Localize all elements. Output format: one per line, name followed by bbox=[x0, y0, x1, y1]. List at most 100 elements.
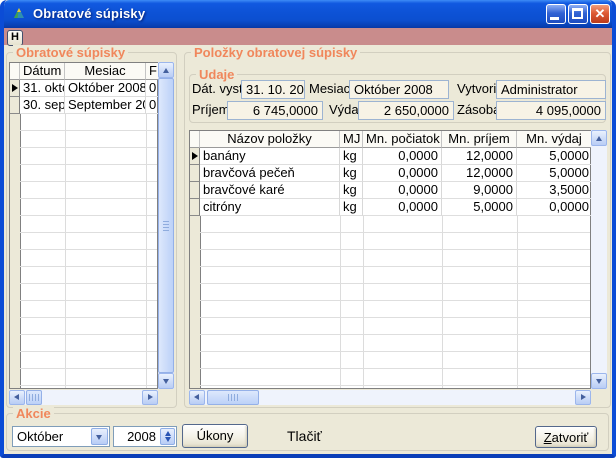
month-select-dropdown-button[interactable] bbox=[91, 428, 108, 445]
scroll-left-button[interactable] bbox=[9, 390, 25, 405]
cell-nazov[interactable]: bravčové karé bbox=[200, 182, 340, 199]
mesiac-label: Mesiac bbox=[309, 80, 350, 98]
cell-mj[interactable]: kg bbox=[340, 182, 363, 199]
current-row-arrow-icon bbox=[12, 84, 18, 92]
zasoba-field[interactable]: 4 095,0000 bbox=[496, 101, 606, 120]
cell-mj[interactable]: kg bbox=[340, 165, 363, 182]
cell-mn-vydaj[interactable]: 5,0000 bbox=[517, 148, 592, 165]
cell-nazov[interactable]: banány bbox=[200, 148, 340, 165]
items-table-vertical-scrollbar[interactable] bbox=[591, 130, 607, 389]
cell-mn-vydaj[interactable]: 3,5000 bbox=[517, 182, 592, 199]
left-groupbox-title: Obratové súpisky bbox=[13, 45, 128, 60]
table-row[interactable]: bravčová pečeň kg 0,0000 12,0000 5,0000 bbox=[190, 165, 590, 182]
row-selector-cell bbox=[190, 199, 200, 216]
scroll-right-button[interactable] bbox=[142, 390, 158, 405]
prijem-field[interactable]: 6 745,0000 bbox=[227, 101, 323, 120]
year-stepper-value: 2008 bbox=[127, 429, 156, 444]
toolbar-strip bbox=[4, 28, 612, 45]
cell-mn-pociatok[interactable]: 0,0000 bbox=[363, 148, 442, 165]
cell-datum[interactable]: 30. septe bbox=[20, 97, 65, 114]
cell-mesiac[interactable]: September 2008 bbox=[65, 97, 146, 114]
cell-mn-pociatok[interactable]: 0,0000 bbox=[363, 182, 442, 199]
month-select-value: Október bbox=[17, 429, 63, 444]
cell-mn-vydaj[interactable]: 5,0000 bbox=[517, 165, 592, 182]
year-stepper-buttons[interactable] bbox=[160, 428, 175, 445]
vertical-scroll-thumb[interactable] bbox=[158, 78, 174, 373]
col-header-mn-prijem[interactable]: Mn. príjem bbox=[442, 131, 517, 148]
col-header-mn-pociatok[interactable]: Mn. počiatok bbox=[363, 131, 442, 148]
arrow-left-icon bbox=[194, 394, 199, 400]
month-select[interactable]: Október bbox=[12, 426, 110, 447]
arrow-left-icon bbox=[14, 394, 19, 400]
scroll-left-button[interactable] bbox=[189, 390, 205, 405]
table-header-row: Názov položky MJ Mn. počiatok Mn. príjem… bbox=[190, 131, 590, 148]
zatvorit-button-label: Zatvoriť bbox=[536, 427, 596, 448]
table-row[interactable]: 31. októb Október 2008 0 bbox=[10, 80, 157, 97]
year-stepper[interactable]: 2008 bbox=[113, 426, 177, 447]
zatvorit-button[interactable]: Zatvoriť bbox=[535, 426, 597, 448]
akcie-groupbox-title: Akcie bbox=[13, 406, 54, 421]
left-table-horizontal-scrollbar[interactable] bbox=[9, 390, 158, 405]
col-header-mj[interactable]: MJ bbox=[340, 131, 363, 148]
cell-mn-pociatok[interactable]: 0,0000 bbox=[363, 199, 442, 216]
col-header-nazov[interactable]: Názov položky bbox=[200, 131, 340, 148]
turnover-lists-table[interactable]: Dátum Mesiac F 31. októb Október 2008 0 … bbox=[9, 62, 158, 389]
cell-nazov[interactable]: bravčová pečeň bbox=[200, 165, 340, 182]
dat-vyst-field[interactable]: 31. 10. 2008 bbox=[241, 80, 305, 99]
cell-mj[interactable]: kg bbox=[340, 199, 363, 216]
empty-grid-area bbox=[10, 114, 157, 388]
table-row[interactable]: citróny kg 0,0000 5,0000 0,0000 bbox=[190, 199, 590, 216]
h-toolbar-button[interactable]: H bbox=[7, 30, 23, 46]
scroll-up-button[interactable] bbox=[591, 130, 607, 146]
minimize-button[interactable] bbox=[546, 4, 566, 24]
scroll-right-button[interactable] bbox=[575, 390, 591, 405]
items-table[interactable]: Názov položky MJ Mn. počiatok Mn. príjem… bbox=[189, 130, 591, 389]
vydaj-field[interactable]: 2 650,0000 bbox=[358, 101, 454, 120]
tlacit-label[interactable]: Tlačiť bbox=[287, 428, 322, 444]
empty-grid-area bbox=[190, 216, 590, 388]
cell-mn-prijem[interactable]: 9,0000 bbox=[442, 182, 517, 199]
items-table-horizontal-scrollbar[interactable] bbox=[189, 390, 591, 405]
arrow-up-icon bbox=[596, 136, 602, 141]
cell-mn-vydaj[interactable]: 0,0000 bbox=[517, 199, 592, 216]
app-window: Obratové súpisky ✕ H Obratové súpisky Dá… bbox=[0, 0, 616, 458]
chevron-down-icon bbox=[96, 435, 102, 440]
arrow-up-icon bbox=[163, 68, 169, 73]
horizontal-scroll-thumb[interactable] bbox=[26, 390, 42, 405]
header-selector-cell bbox=[10, 63, 20, 80]
cell-mn-pociatok[interactable]: 0,0000 bbox=[363, 165, 442, 182]
col-header-mn-vydaj[interactable]: Mn. výdaj bbox=[517, 131, 592, 148]
zasoba-label: Zásoba bbox=[457, 101, 500, 119]
arrow-down-icon bbox=[163, 379, 169, 384]
cell-mj[interactable]: kg bbox=[340, 148, 363, 165]
table-row[interactable]: banány kg 0,0000 12,0000 5,0000 bbox=[190, 148, 590, 165]
table-row[interactable]: bravčové karé kg 0,0000 9,0000 3,5000 bbox=[190, 182, 590, 199]
scroll-up-button[interactable] bbox=[158, 62, 174, 78]
row-selector-cell bbox=[10, 97, 20, 114]
close-icon: ✕ bbox=[591, 6, 609, 22]
scroll-down-button[interactable] bbox=[158, 373, 174, 389]
col-header-mesiac[interactable]: Mesiac bbox=[65, 63, 146, 80]
maximize-icon bbox=[572, 8, 583, 19]
current-row-arrow-icon bbox=[192, 152, 198, 160]
cell-mn-prijem[interactable]: 12,0000 bbox=[442, 148, 517, 165]
spin-up-icon bbox=[165, 431, 171, 436]
vytvoril-label: Vytvoril bbox=[457, 80, 499, 98]
cell-mn-prijem[interactable]: 12,0000 bbox=[442, 165, 517, 182]
title-bar[interactable]: Obratové súpisky ✕ bbox=[4, 0, 612, 28]
col-header-datum[interactable]: Dátum bbox=[20, 63, 65, 80]
horizontal-scroll-thumb[interactable] bbox=[207, 390, 259, 405]
close-button[interactable]: ✕ bbox=[590, 4, 610, 24]
cell-nazov[interactable]: citróny bbox=[200, 199, 340, 216]
cell-datum[interactable]: 31. októb bbox=[20, 80, 65, 97]
scroll-down-button[interactable] bbox=[591, 373, 607, 389]
mesiac-field[interactable]: Október 2008 bbox=[349, 80, 449, 99]
dat-vyst-label: Dát. vyst. bbox=[192, 80, 246, 98]
table-row[interactable]: 30. septe September 2008 0 bbox=[10, 97, 157, 114]
vytvoril-field[interactable]: Administrator bbox=[496, 80, 606, 99]
cell-mesiac[interactable]: Október 2008 bbox=[65, 80, 146, 97]
cell-mn-prijem[interactable]: 5,0000 bbox=[442, 199, 517, 216]
left-table-vertical-scrollbar[interactable] bbox=[158, 62, 174, 389]
maximize-button[interactable] bbox=[568, 4, 588, 24]
ukony-button[interactable]: Úkony bbox=[182, 424, 248, 448]
